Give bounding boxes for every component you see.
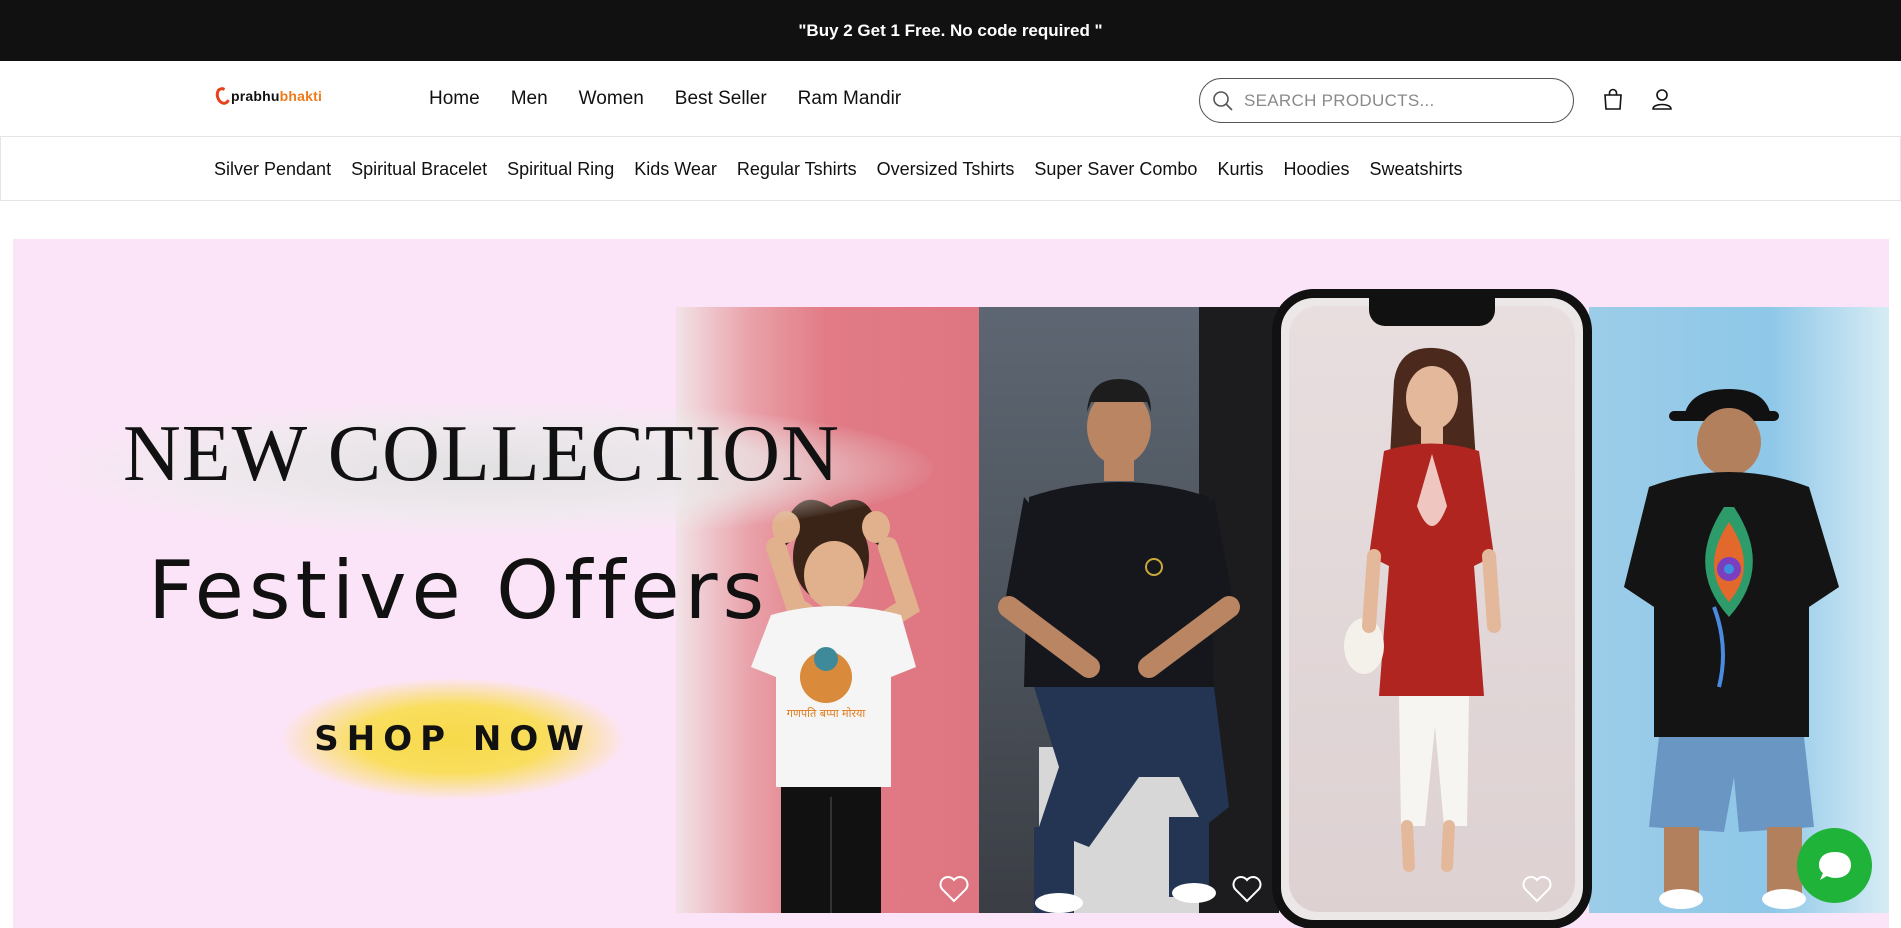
phone-notch [1369,298,1495,326]
site-header: prabhu bhakti Home Men Women Best Seller … [0,61,1901,137]
nav-women[interactable]: Women [579,88,644,110]
shop-now-label: SHOP NOW [314,719,592,759]
hero-subtitle: Festive Offers [148,544,770,637]
phone-mockup [1272,289,1592,928]
category-nav: Silver Pendant Spiritual Bracelet Spirit… [0,137,1901,201]
chat-button[interactable] [1797,828,1872,903]
kid-shirt-text: गणपति बप्पा मोरया [787,707,866,720]
phone-screen [1289,306,1575,912]
category-spiritual-ring[interactable]: Spiritual Ring [507,159,614,180]
announcement-text: "Buy 2 Get 1 Free. No code required " [798,20,1103,40]
man-back-model-image [1624,389,1839,909]
chat-icon [1818,851,1851,880]
category-hoodies[interactable]: Hoodies [1283,159,1349,180]
category-regular-tshirts[interactable]: Regular Tshirts [737,159,857,180]
shop-now-button[interactable]: SHOP NOW [283,679,623,799]
announcement-bar: "Buy 2 Get 1 Free. No code required " [0,0,1901,61]
nav-ram-mandir[interactable]: Ram Mandir [798,88,901,110]
category-kids-wear[interactable]: Kids Wear [634,159,717,180]
nav-men[interactable]: Men [511,88,548,110]
main-nav: Home Men Women Best Seller Ram Mandir [429,61,901,137]
category-super-saver-combo[interactable]: Super Saver Combo [1034,159,1197,180]
logo-mark-icon [213,85,233,107]
search-input[interactable] [1244,90,1544,111]
hero-panel-oversized-tshirt [1589,307,1889,913]
category-oversized-tshirts[interactable]: Oversized Tshirts [877,159,1015,180]
logo-text-bhakti: bhakti [279,88,323,104]
nav-home[interactable]: Home [429,88,480,110]
hero-panel-men-polo [979,307,1279,913]
wishlist-heart-icon[interactable] [1231,873,1263,905]
category-kurtis[interactable]: Kurtis [1217,159,1263,180]
logo-text-prabhu: prabhu [231,88,280,104]
search-icon [1213,90,1233,111]
category-silver-pendant[interactable]: Silver Pendant [214,159,331,180]
shopping-bag-icon[interactable] [1601,87,1625,111]
logo[interactable]: prabhu bhakti [213,85,323,107]
category-sweatshirts[interactable]: Sweatshirts [1370,159,1463,180]
hero-banner[interactable]: गणपति बप्पा मोरया NEW COLLECTION Festive… [13,239,1889,928]
user-icon[interactable] [1650,87,1674,111]
man-polo-model-image [998,379,1240,913]
search-box[interactable] [1199,78,1574,123]
category-spiritual-bracelet[interactable]: Spiritual Bracelet [351,159,487,180]
nav-best-seller[interactable]: Best Seller [675,88,767,110]
wishlist-heart-icon[interactable] [1521,873,1553,905]
hero-title: NEW COLLECTION [123,410,840,498]
wishlist-heart-icon[interactable] [938,873,970,905]
woman-kurti-model-image [1344,347,1501,872]
